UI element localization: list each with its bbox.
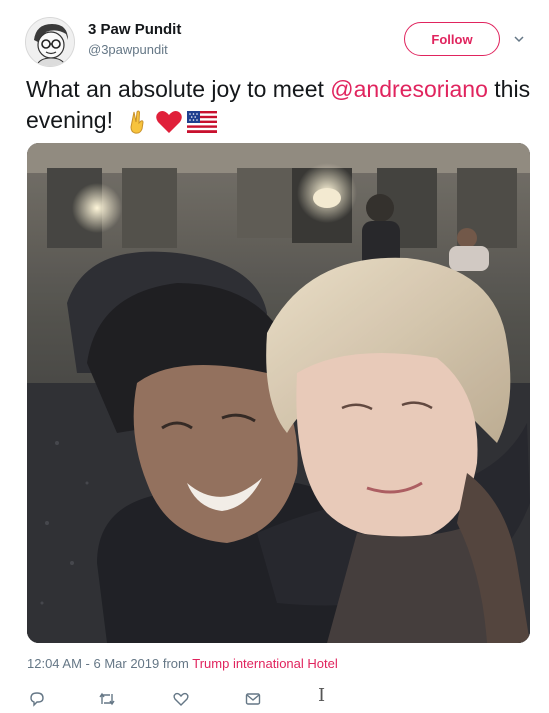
avatar-illustration-icon	[26, 18, 74, 66]
emoji-group	[125, 109, 217, 135]
victory-hand-emoji-icon	[130, 110, 144, 134]
text-cursor-icon: I	[318, 685, 326, 706]
tweet-text: What an absolute joy to meet @andresoria…	[26, 74, 531, 136]
tweet-photo[interactable]	[27, 143, 530, 643]
like-icon[interactable]	[170, 688, 192, 710]
us-flag-emoji-icon	[186, 110, 217, 133]
from-label: from	[159, 656, 193, 671]
tweet-meta: 12:04 AM - 6 Mar 2019 from Trump interna…	[27, 656, 338, 671]
red-heart-emoji-icon	[156, 110, 182, 133]
author-handle[interactable]: @3pawpundit	[88, 42, 168, 57]
author-display-name[interactable]: 3 Paw Pundit	[88, 21, 181, 38]
chevron-down-icon[interactable]	[511, 31, 527, 47]
tweet-actions	[0, 688, 549, 712]
mention-link[interactable]: @andresoriano	[330, 76, 488, 102]
photo-illustration	[27, 143, 530, 643]
direct-message-icon[interactable]	[242, 688, 264, 710]
avatar[interactable]	[25, 17, 75, 67]
venue-link[interactable]: Trump international Hotel	[192, 656, 337, 671]
tweet-text-start: What an absolute joy to meet	[26, 76, 331, 102]
reply-icon[interactable]	[26, 688, 48, 710]
tweet-timestamp[interactable]: 12:04 AM - 6 Mar 2019	[27, 656, 159, 671]
retweet-icon[interactable]	[96, 688, 118, 710]
follow-button[interactable]: Follow	[404, 22, 500, 56]
